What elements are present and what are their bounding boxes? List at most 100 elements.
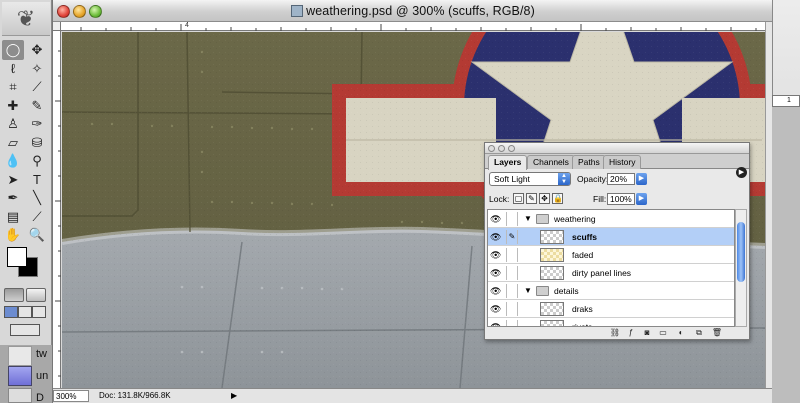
move-tool-icon[interactable]: ✥: [26, 40, 48, 60]
lock-position-icon[interactable]: ✥: [539, 193, 550, 204]
layers-scroll-thumb[interactable]: [737, 222, 745, 282]
layer-name: faded: [572, 250, 594, 260]
dodge-tool-icon[interactable]: ⚲: [26, 151, 48, 171]
layer-style-icon[interactable]: ƒ: [625, 327, 637, 338]
layer-mask-icon[interactable]: ◙: [641, 327, 653, 338]
type-tool-icon[interactable]: T: [26, 170, 48, 190]
layer-row[interactable]: 👁 draks: [488, 300, 734, 318]
stamp-tool-icon[interactable]: ♙: [2, 114, 24, 134]
link-cell[interactable]: [506, 320, 518, 326]
palette-minimize-button[interactable]: [498, 145, 505, 152]
tab-history[interactable]: History: [603, 155, 642, 169]
layer-group-row[interactable]: 👁 ▼ details: [488, 282, 734, 300]
quickmask-mode-button[interactable]: [26, 288, 46, 302]
vertical-ruler[interactable]: [53, 31, 61, 388]
magic-wand-tool-icon[interactable]: ✧: [26, 59, 48, 79]
delete-layer-icon[interactable]: 🗑: [711, 327, 723, 338]
link-cell[interactable]: [506, 248, 518, 262]
hand-tool-icon[interactable]: ✋: [2, 225, 24, 245]
feather-logo-icon[interactable]: ❦: [2, 2, 50, 36]
adjustment-layer-icon[interactable]: ◐: [675, 327, 687, 338]
screen-mode-full-menu-button[interactable]: [18, 306, 32, 318]
lock-pixels-icon[interactable]: ✎: [526, 193, 537, 204]
eyedropper-tool-icon[interactable]: ⟋: [26, 207, 48, 227]
tab-paths[interactable]: Paths: [572, 155, 606, 169]
group-disclosure-triangle-icon[interactable]: ▼: [524, 214, 532, 223]
visibility-eye-icon[interactable]: 👁: [490, 268, 501, 278]
paintbrush-icon[interactable]: ✎: [506, 230, 518, 244]
layers-scrollbar[interactable]: [735, 209, 747, 327]
palette-close-button[interactable]: [488, 145, 495, 152]
layer-thumbnail[interactable]: [540, 248, 564, 262]
blend-mode-select[interactable]: Soft Light ▲ ▼: [489, 172, 571, 186]
link-cell[interactable]: [506, 302, 518, 316]
new-layer-icon[interactable]: ⧉: [693, 327, 705, 338]
status-menu-arrow-icon[interactable]: ▶: [231, 391, 237, 400]
fill-field[interactable]: 100%: [607, 193, 635, 205]
layer-row[interactable]: 👁 dirty panel lines: [488, 264, 734, 282]
pen-tool-icon[interactable]: ✒: [2, 188, 24, 208]
marquee-tool-icon[interactable]: ◯: [2, 40, 24, 60]
standard-mode-button[interactable]: [4, 288, 24, 302]
layer-group-row[interactable]: 👁 ▼ weathering: [488, 210, 734, 228]
fill-label: Fill:: [593, 194, 607, 204]
opacity-slider-arrow-icon[interactable]: ▶: [636, 173, 647, 185]
layer-row[interactable]: 👁 rivets: [488, 318, 734, 326]
layer-thumbnail[interactable]: [540, 302, 564, 316]
tab-layers[interactable]: Layers: [488, 155, 528, 170]
visibility-eye-icon[interactable]: 👁: [490, 304, 501, 314]
status-bar: 300% Doc: 131.8K/966.8K ▶: [53, 388, 773, 403]
palette-titlebar[interactable]: [485, 143, 749, 154]
brush-tool-icon[interactable]: ✎: [26, 96, 48, 116]
link-cell[interactable]: [506, 284, 518, 298]
visibility-eye-icon[interactable]: 👁: [490, 214, 501, 224]
visibility-eye-icon[interactable]: 👁: [490, 232, 501, 242]
history-brush-tool-icon[interactable]: ✑: [26, 114, 48, 134]
ruler-origin[interactable]: [53, 22, 61, 31]
ruler-ticks: [80, 24, 757, 31]
fill-slider-arrow-icon[interactable]: ▶: [636, 193, 647, 205]
lock-transparency-icon[interactable]: ▢: [513, 193, 524, 204]
layer-thumbnail[interactable]: [540, 230, 564, 244]
opacity-field[interactable]: 20%: [607, 173, 635, 185]
jump-to-imageready-button[interactable]: [10, 324, 40, 336]
link-cell[interactable]: [506, 212, 518, 226]
palette-menu-icon[interactable]: ▶: [736, 167, 747, 178]
tab-channels[interactable]: Channels: [527, 155, 575, 169]
layer-thumbnail[interactable]: [540, 320, 564, 326]
visibility-eye-icon[interactable]: 👁: [490, 250, 501, 260]
zoom-tool-icon[interactable]: 🔍: [26, 225, 48, 245]
healing-tool-icon[interactable]: ✚: [2, 96, 24, 116]
document-titlebar[interactable]: weathering.psd @ 300% (scuffs, RGB/8): [53, 0, 773, 22]
lock-label: Lock:: [489, 194, 510, 204]
foreground-color-swatch[interactable]: [7, 247, 27, 267]
palette-zoom-button[interactable]: [508, 145, 515, 152]
desktop-drive-icon[interactable]: [8, 388, 32, 403]
link-cell[interactable]: [506, 266, 518, 280]
screen-mode-standard-button[interactable]: [4, 306, 18, 318]
new-group-icon[interactable]: ▭: [657, 327, 669, 338]
layer-thumbnail[interactable]: [540, 266, 564, 280]
notes-tool-icon[interactable]: ▤: [2, 207, 24, 227]
slice-tool-icon[interactable]: ⟋: [26, 77, 48, 97]
desktop-folder-icon[interactable]: [8, 366, 32, 386]
bucket-tool-icon[interactable]: ⛁: [26, 133, 48, 153]
link-layers-icon[interactable]: ⛓: [609, 327, 621, 338]
visibility-eye-icon[interactable]: 👁: [490, 286, 501, 296]
layers-palette: Layers Channels Paths History ▶ Soft Lig…: [484, 142, 750, 340]
screen-mode-full-button[interactable]: [32, 306, 46, 318]
blur-tool-icon[interactable]: 💧: [2, 151, 24, 171]
zoom-field[interactable]: 300%: [53, 390, 89, 402]
crop-tool-icon[interactable]: ⌗: [2, 77, 24, 97]
group-disclosure-triangle-icon[interactable]: ▼: [524, 286, 532, 295]
document-title-text: weathering.psd @ 300% (scuffs, RGB/8): [306, 4, 535, 18]
horizontal-ruler[interactable]: 4: [61, 22, 765, 31]
layer-row[interactable]: 👁 faded: [488, 246, 734, 264]
eraser-tool-icon[interactable]: ▱: [2, 133, 24, 153]
desktop-file-icon[interactable]: [8, 346, 32, 366]
line-tool-icon[interactable]: ╲: [26, 188, 48, 208]
layer-row[interactable]: 👁 ✎ scuffs: [488, 228, 734, 246]
lock-all-icon[interactable]: 🔒: [552, 193, 563, 204]
lasso-tool-icon[interactable]: ℓ: [2, 59, 24, 79]
path-select-tool-icon[interactable]: ➤: [2, 170, 24, 190]
